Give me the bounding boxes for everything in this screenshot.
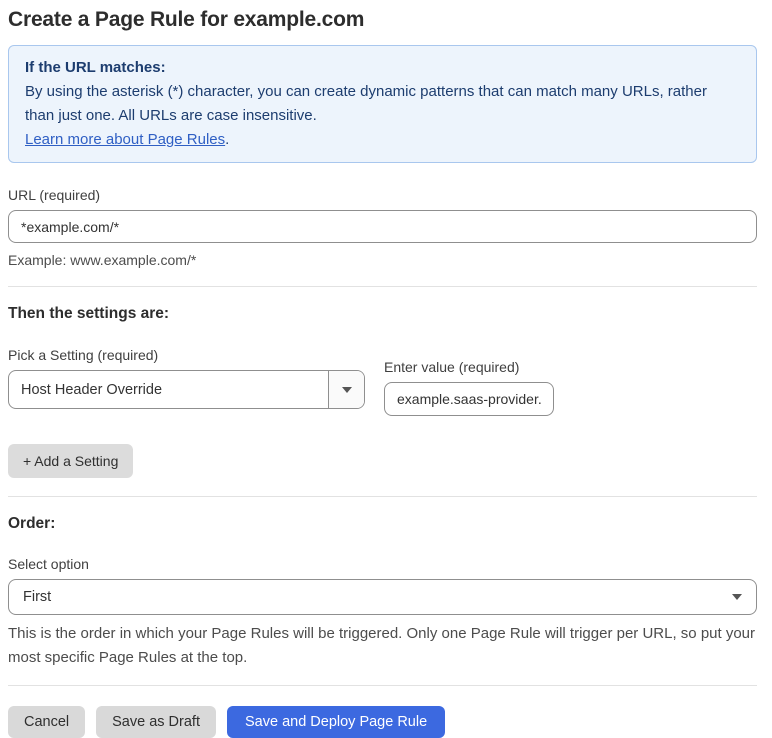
- url-match-info-box: If the URL matches: By using the asteris…: [8, 45, 757, 163]
- chevron-down-icon: [732, 594, 742, 600]
- link-suffix: .: [225, 131, 230, 148]
- order-section-heading: Order:: [8, 515, 56, 532]
- divider: [8, 286, 757, 287]
- url-example-helper: Example: www.example.com/*: [8, 252, 197, 268]
- enter-value-group: Enter value (required): [384, 359, 554, 416]
- enter-value-label: Enter value (required): [384, 359, 520, 375]
- url-input[interactable]: [8, 210, 757, 243]
- setting-select-value: Host Header Override: [21, 381, 163, 398]
- order-select-value: First: [23, 589, 52, 605]
- url-field-label: URL (required): [8, 187, 101, 203]
- setting-select[interactable]: Host Header Override: [8, 370, 365, 409]
- pick-setting-group: Pick a Setting (required) Host Header Ov…: [8, 347, 365, 416]
- page-title: Create a Page Rule for example.com: [8, 8, 365, 31]
- info-box-heading: If the URL matches:: [25, 59, 166, 76]
- order-select-label: Select option: [8, 556, 89, 572]
- divider: [8, 496, 757, 497]
- add-setting-button[interactable]: + Add a Setting: [8, 444, 134, 478]
- info-box-link-line: Learn more about Page Rules.: [25, 128, 740, 152]
- order-select[interactable]: First: [8, 579, 757, 615]
- settings-row: Pick a Setting (required) Host Header Ov…: [8, 347, 757, 416]
- chevron-down-icon: [341, 386, 352, 393]
- setting-value-input[interactable]: [384, 382, 554, 416]
- settings-section-heading: Then the settings are:: [8, 305, 170, 322]
- page-rule-form: Create a Page Rule for example.com If th…: [0, 0, 772, 738]
- setting-select-arrow-button[interactable]: [328, 371, 364, 408]
- order-helper-text: This is the order in which your Page Rul…: [8, 625, 756, 666]
- learn-more-link[interactable]: Learn more about Page Rules: [25, 131, 225, 148]
- divider: [8, 685, 757, 686]
- pick-setting-label: Pick a Setting (required): [8, 347, 159, 363]
- info-box-body: By using the asterisk (*) character, you…: [25, 83, 707, 124]
